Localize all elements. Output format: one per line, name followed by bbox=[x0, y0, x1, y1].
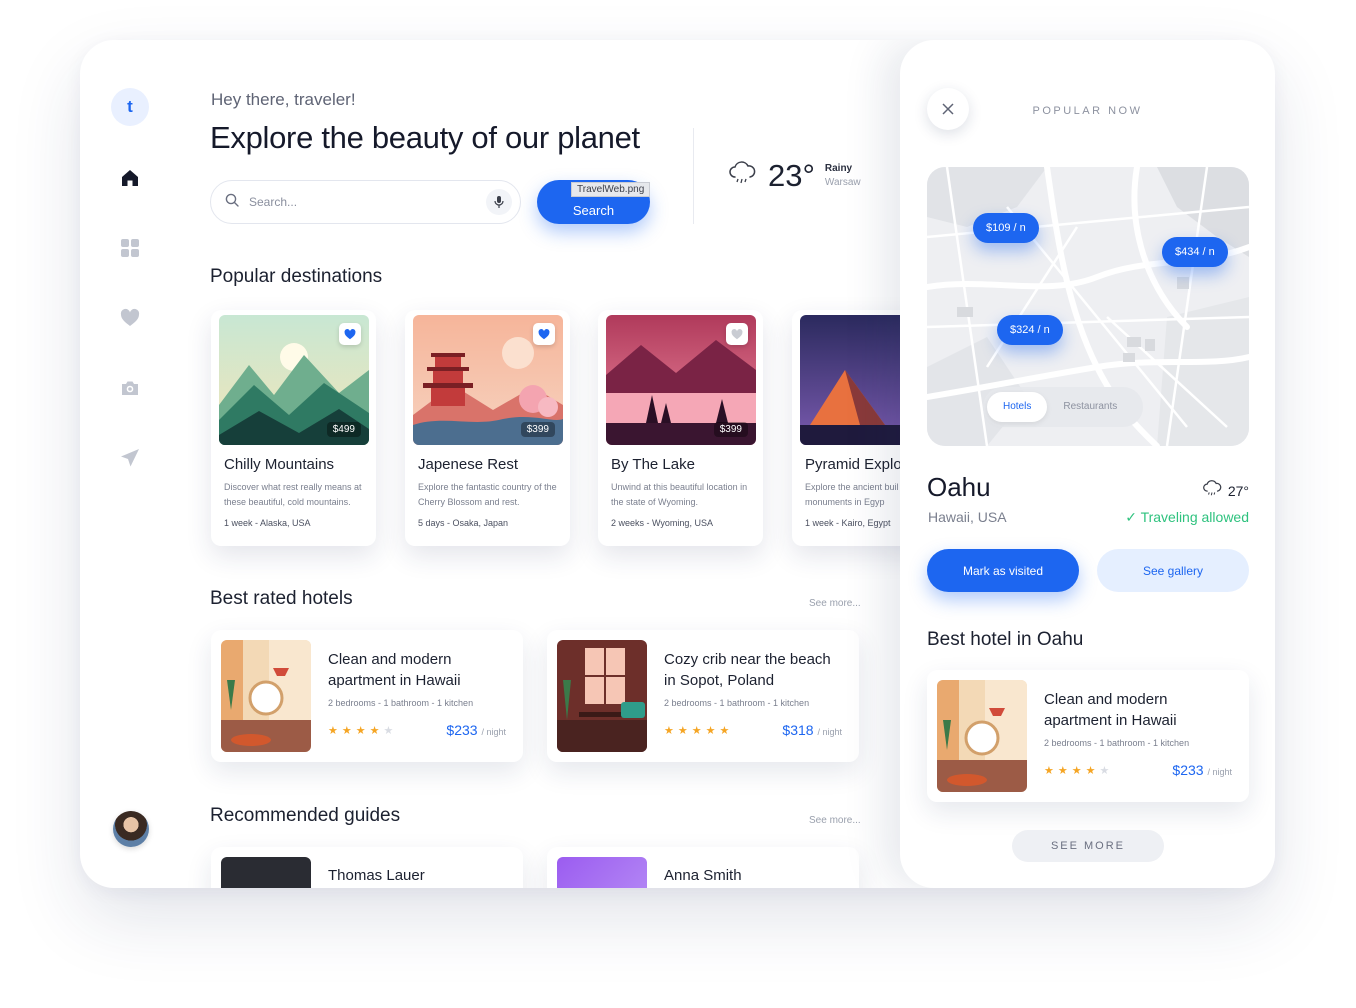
destination-description: Explore the fantastic country of the Che… bbox=[418, 482, 557, 507]
weather-temperature: 23° bbox=[768, 158, 815, 193]
greeting: Hey there, traveler! bbox=[211, 90, 356, 109]
destination-meta: 5 days - Osaka, Japan bbox=[418, 518, 509, 528]
hotel-image bbox=[937, 680, 1027, 792]
tab-restaurants[interactable]: Restaurants bbox=[1047, 392, 1133, 422]
microphone-icon[interactable] bbox=[486, 189, 512, 215]
rain-cloud-icon bbox=[1202, 480, 1222, 501]
search-icon bbox=[225, 193, 239, 212]
guide-name: Thomas Lauer bbox=[328, 867, 425, 884]
app-logo[interactable]: t bbox=[111, 88, 149, 126]
search-input[interactable] bbox=[247, 194, 467, 210]
hotel-card[interactable]: Cozy crib near the beach in Sopot, Polan… bbox=[547, 630, 859, 762]
popular-now-panel: POPULAR NOW $109 / n $434 / n $324 / n H… bbox=[900, 40, 1275, 888]
hotel-meta: 2 bedrooms - 1 bathroom - 1 kitchen bbox=[1044, 738, 1190, 748]
send-icon[interactable] bbox=[118, 446, 142, 470]
home-icon[interactable] bbox=[118, 166, 142, 190]
page-title: Explore the beauty of our planet bbox=[210, 120, 640, 155]
hotel-meta: 2 bedrooms - 1 bathroom - 1 kitchen bbox=[328, 698, 474, 708]
guides-see-more-link[interactable]: See more... bbox=[809, 815, 861, 826]
rating-stars: ★★★★★ bbox=[1044, 765, 1114, 777]
guide-photo bbox=[221, 857, 311, 888]
weather-condition: Rainy bbox=[824, 163, 853, 174]
destination-name: Chilly Mountains bbox=[224, 456, 335, 473]
rating-stars: ★★★★★ bbox=[328, 725, 398, 737]
guide-card[interactable]: Thomas Lauer bbox=[211, 847, 523, 888]
hotel-image bbox=[221, 640, 311, 752]
price-tag: $399 bbox=[520, 422, 555, 437]
hotel-meta: 2 bedrooms - 1 bathroom - 1 kitchen bbox=[664, 698, 810, 708]
see-more-button[interactable]: SEE MORE bbox=[1012, 830, 1164, 862]
hotel-card[interactable]: Clean and modern apartment in Hawaii 2 b… bbox=[927, 670, 1249, 802]
favorite-button[interactable] bbox=[726, 323, 748, 345]
search-box[interactable] bbox=[210, 180, 521, 224]
map-price-pin[interactable]: $434 / n bbox=[1162, 237, 1228, 267]
map-price-pin[interactable]: $109 / n bbox=[973, 213, 1039, 243]
hotel-card[interactable]: Clean and modern apartment in Hawaii 2 b… bbox=[211, 630, 523, 762]
price-tag: $499 bbox=[326, 422, 361, 437]
user-avatar[interactable] bbox=[113, 811, 149, 847]
section-title-hotels: Best rated hotels bbox=[210, 588, 353, 609]
panel-title: POPULAR NOW bbox=[1032, 105, 1143, 117]
place-name: Oahu bbox=[927, 472, 991, 502]
destination-card[interactable]: $399 By The Lake Unwind at this beautifu… bbox=[598, 310, 763, 546]
destination-card[interactable]: $499 Chilly Mountains Discover what rest… bbox=[211, 310, 376, 546]
destination-name: By The Lake bbox=[611, 456, 695, 473]
header-divider bbox=[693, 128, 694, 224]
hotel-name: Clean and modern apartment in Hawaii bbox=[1044, 691, 1177, 729]
tab-hotels[interactable]: Hotels bbox=[987, 392, 1048, 422]
destination-name: Pyramid Explo bbox=[805, 456, 902, 473]
guide-name: Anna Smith bbox=[664, 867, 742, 884]
travel-status: ✓ Traveling allowed bbox=[1125, 509, 1249, 525]
favorite-button[interactable] bbox=[339, 323, 361, 345]
heart-icon[interactable] bbox=[118, 306, 142, 330]
destination-description: Unwind at this beautiful location in the… bbox=[611, 482, 748, 507]
file-tooltip: TravelWeb.png bbox=[571, 182, 651, 197]
section-title-guides: Recommended guides bbox=[210, 805, 401, 826]
travel-app: t Hey there, traveler! Explore the beaut… bbox=[80, 40, 1275, 888]
best-hotel-title: Best hotel in Oahu bbox=[927, 629, 1084, 650]
hotel-image bbox=[557, 640, 647, 752]
rain-cloud-icon bbox=[728, 160, 756, 192]
hotel-name: Clean and modern apartment in Hawaii bbox=[328, 651, 461, 689]
favorite-button[interactable] bbox=[533, 323, 555, 345]
see-gallery-button[interactable]: See gallery bbox=[1097, 549, 1249, 592]
destination-image: $499 bbox=[219, 315, 369, 445]
guide-photo bbox=[557, 857, 647, 888]
destination-description: Discover what rest really means at these… bbox=[224, 482, 362, 507]
place-weather: 27° bbox=[1202, 480, 1249, 501]
hotel-name: Cozy crib near the beach in Sopot, Polan… bbox=[664, 651, 831, 689]
destination-card[interactable]: $399 Japenese Rest Explore the fantastic… bbox=[405, 310, 570, 546]
destination-name: Japenese Rest bbox=[418, 456, 519, 473]
destination-image: $399 bbox=[413, 315, 563, 445]
weather-widget: 23° Rainy Warsaw bbox=[728, 158, 861, 194]
destination-meta: 1 week - Alaska, USA bbox=[224, 518, 311, 528]
weather-city: Warsaw bbox=[824, 177, 861, 188]
hotel-price: $233 / night bbox=[446, 722, 506, 738]
dashboard-icon[interactable] bbox=[118, 236, 142, 260]
camera-icon[interactable] bbox=[118, 376, 142, 400]
destination-meta: 2 weeks - Wyoming, USA bbox=[611, 518, 713, 528]
hotel-price: $318 / night bbox=[782, 722, 842, 738]
destination-image: $399 bbox=[606, 315, 756, 445]
section-title-destinations: Popular destinations bbox=[210, 266, 383, 287]
price-tag: $399 bbox=[713, 422, 748, 437]
map-tabs: Hotels Restaurants bbox=[983, 387, 1143, 427]
rating-stars: ★★★★★ bbox=[664, 725, 734, 737]
guide-card[interactable]: Anna Smith bbox=[547, 847, 859, 888]
hotel-price: $233 / night bbox=[1172, 762, 1232, 778]
place-region: Hawaii, USA bbox=[928, 509, 1007, 525]
hotels-see-more-link[interactable]: See more... bbox=[809, 598, 861, 609]
mark-visited-button[interactable]: Mark as visited bbox=[927, 549, 1079, 592]
destination-meta: 1 week - Kairo, Egypt bbox=[805, 518, 891, 528]
map-price-pin[interactable]: $324 / n bbox=[997, 315, 1063, 345]
